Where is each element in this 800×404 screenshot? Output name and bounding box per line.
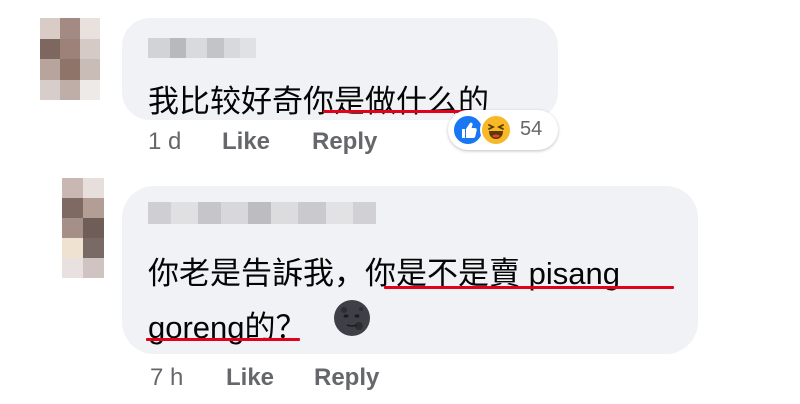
commenter-name-redacted-2[interactable] xyxy=(148,202,376,224)
commenter-avatar-1[interactable] xyxy=(40,18,100,100)
like-button-1[interactable]: Like xyxy=(222,128,270,156)
like-button-2[interactable]: Like xyxy=(226,364,274,392)
reactions-summary[interactable]: 54 xyxy=(448,110,558,150)
comment-time-2[interactable]: 7 h xyxy=(150,364,183,392)
commenter-name-redacted-1[interactable] xyxy=(148,38,256,58)
comment-text-1: 我比较好奇你是做什么的 xyxy=(148,84,489,119)
commenter-avatar-2[interactable] xyxy=(62,178,104,278)
haha-icon xyxy=(480,114,512,146)
reply-button-2[interactable]: Reply xyxy=(314,364,379,392)
new-moon-face-icon xyxy=(332,298,372,338)
comment-time-1[interactable]: 1 d xyxy=(148,128,181,156)
red-underline-2 xyxy=(384,286,674,289)
red-underline-3 xyxy=(146,338,300,341)
reaction-count: 54 xyxy=(520,118,543,140)
reply-button-1[interactable]: Reply xyxy=(312,128,377,156)
